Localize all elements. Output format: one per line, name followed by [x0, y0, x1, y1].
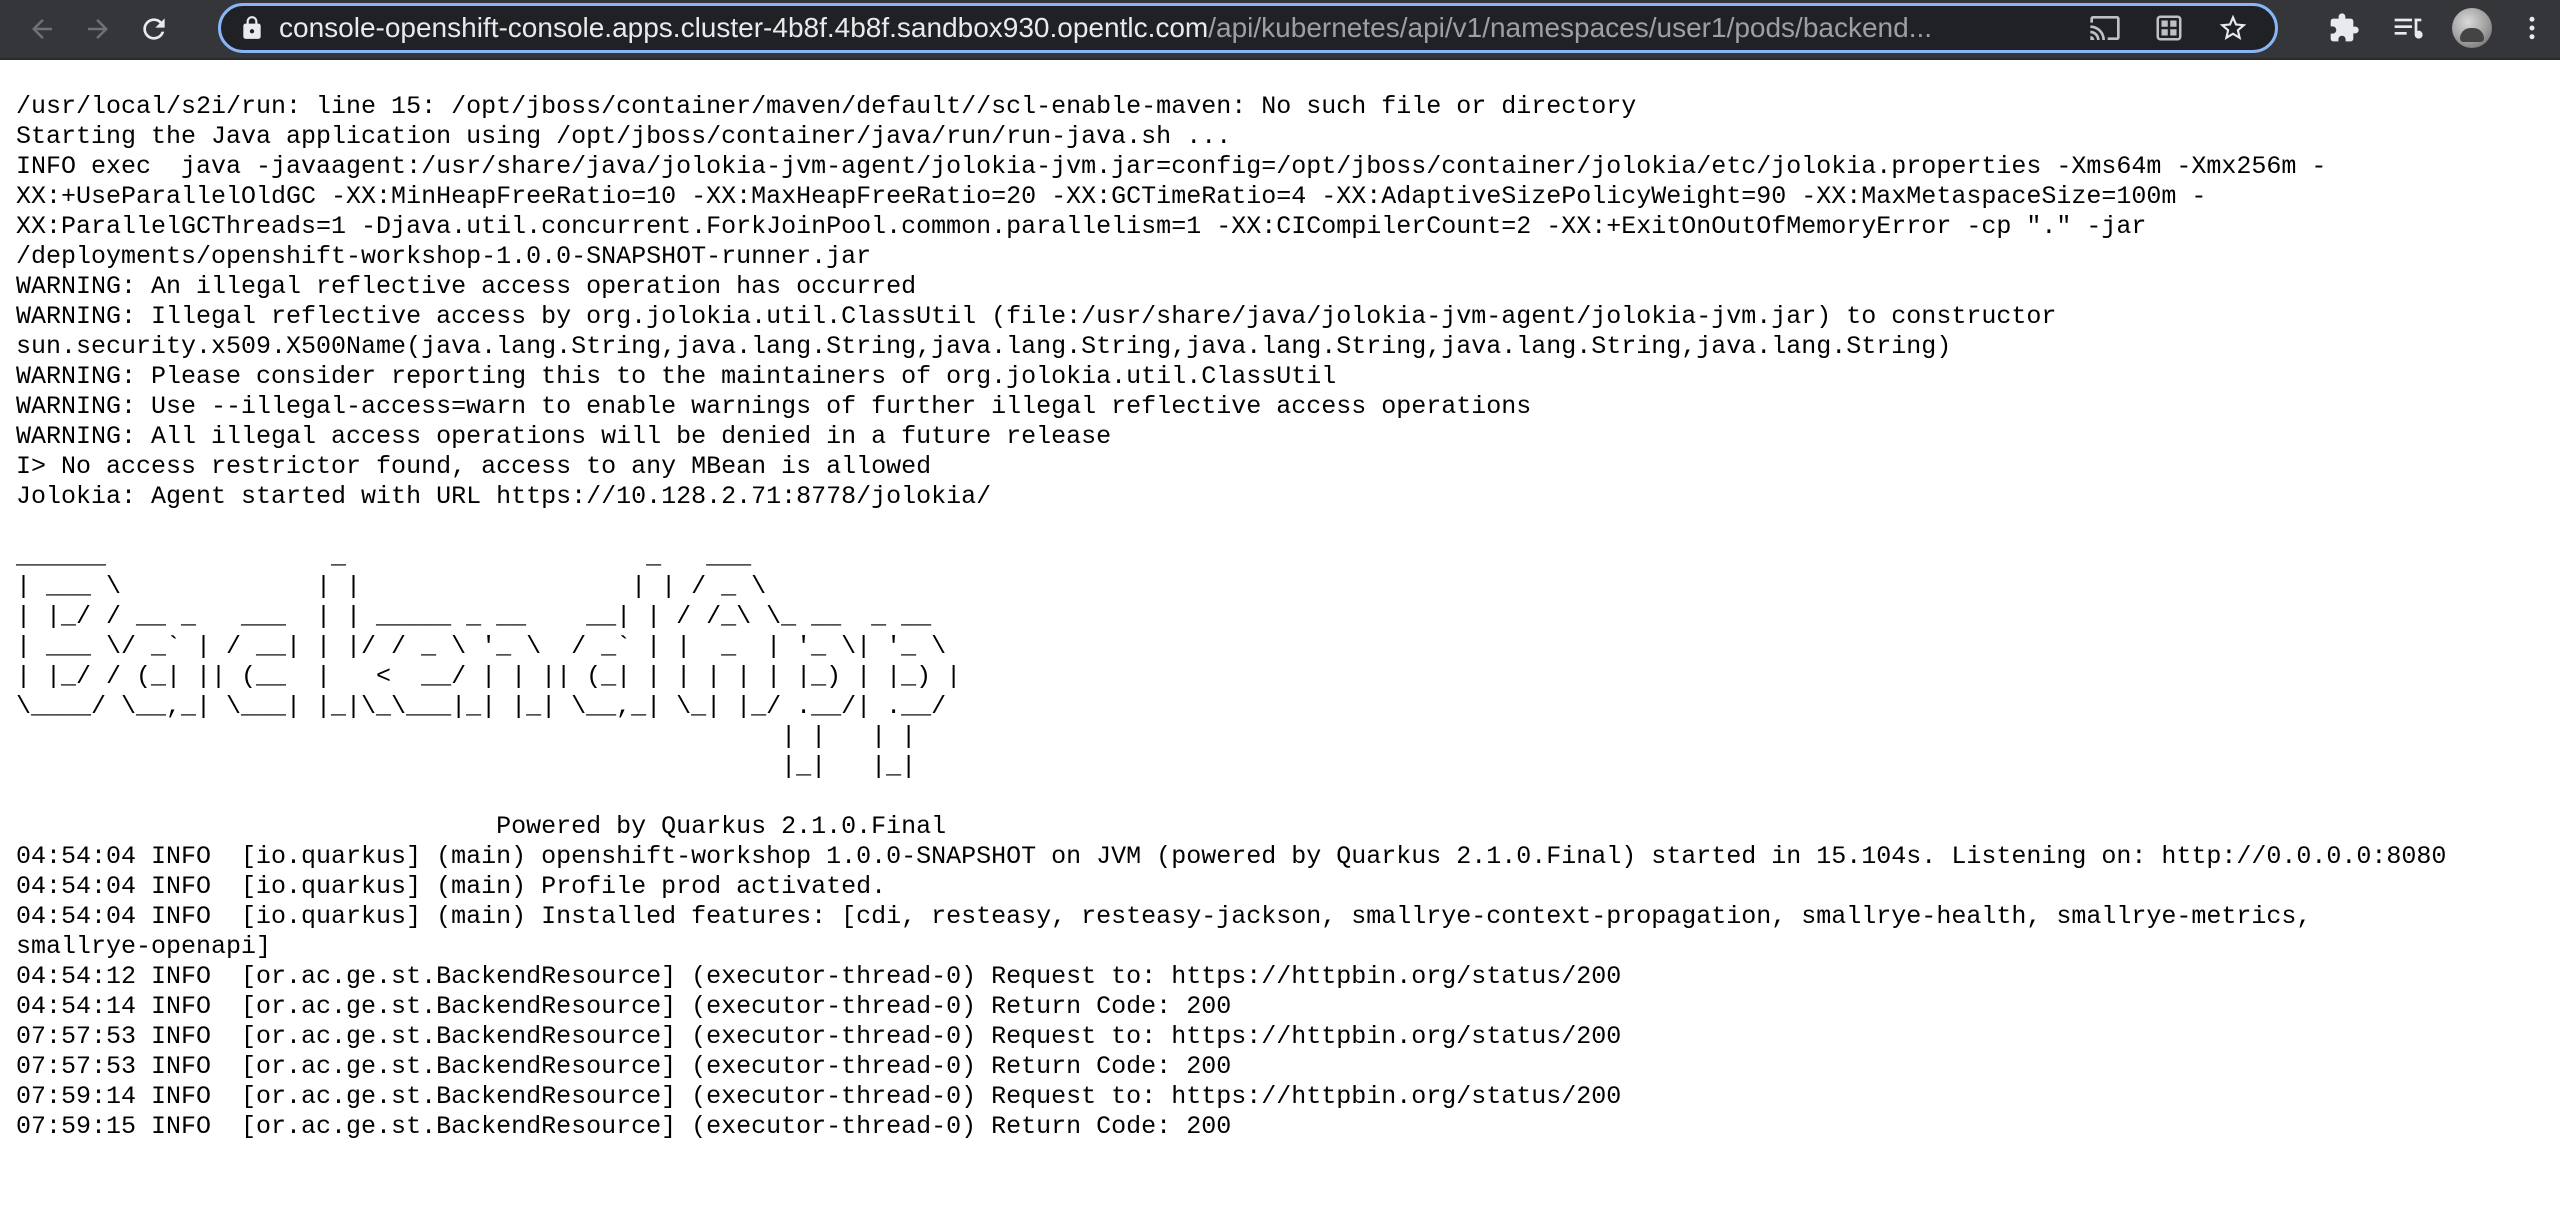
reading-list-icon — [2394, 18, 2423, 39]
log-line: | ___ \ | | | | / _ \ — [16, 572, 767, 601]
log-line: 04:54:12 INFO [or.ac.ge.st.BackendResour… — [16, 962, 1622, 991]
log-line: WARNING: Illegal reflective access by or… — [16, 302, 2057, 331]
log-line: WARNING: Please consider reporting this … — [16, 362, 1337, 391]
log-line: XX:ParallelGCThreads=1 -Djava.util.concu… — [16, 212, 2147, 241]
log-line: WARNING: An illegal reflective access op… — [16, 272, 917, 301]
reload-icon — [143, 18, 165, 40]
extensions-button[interactable] — [2312, 0, 2376, 56]
log-line: I> No access restrictor found, access to… — [16, 452, 932, 481]
cast-icon — [2090, 16, 2120, 40]
log-line: \____/ \__,_| \___| |_|\_\___|_| |_| \__… — [16, 692, 947, 721]
log-line: Jolokia: Agent started with URL https://… — [16, 482, 992, 511]
back-icon — [32, 19, 52, 39]
log-line: 07:59:14 INFO [or.ac.ge.st.BackendResour… — [16, 1082, 1622, 1111]
bookmark-star-icon — [2219, 14, 2247, 40]
log-line: | |_/ / __ _ ___ | | _____ _ __ __| | / … — [16, 602, 932, 631]
log-line: ______ _ _ ___ — [16, 542, 752, 571]
install-app-button[interactable] — [2137, 6, 2201, 50]
cast-button[interactable] — [2073, 6, 2137, 50]
log-line: WARNING: Use --illegal-access=warn to en… — [16, 392, 1532, 421]
pod-log-output: /usr/local/s2i/run: line 15: /opt/jboss/… — [16, 92, 2546, 1142]
install-app-icon — [2156, 15, 2182, 41]
extensions-icon — [2330, 13, 2359, 42]
log-line: 04:54:14 INFO [or.ac.ge.st.BackendResour… — [16, 992, 1232, 1021]
address-bar[interactable]: console-openshift-console.apps.cluster-4… — [218, 3, 2278, 53]
log-line: /deployments/openshift-workshop-1.0.0-SN… — [16, 242, 872, 271]
more-menu-button[interactable] — [2504, 0, 2560, 56]
log-line: XX:+UseParallelOldGC -XX:MinHeapFreeRati… — [16, 182, 2207, 211]
log-line: INFO exec java -javaagent:/usr/share/jav… — [16, 152, 2327, 181]
log-line: 07:57:53 INFO [or.ac.ge.st.BackendResour… — [16, 1052, 1232, 1081]
log-line: 07:57:53 INFO [or.ac.ge.st.BackendResour… — [16, 1022, 1622, 1051]
log-line: 04:54:04 INFO [io.quarkus] (main) opensh… — [16, 842, 2447, 871]
profile-button[interactable] — [2440, 0, 2504, 56]
forward-icon — [88, 19, 108, 39]
url-host: console-openshift-console.apps.cluster-4… — [279, 12, 1209, 43]
forward-button[interactable] — [70, 1, 126, 57]
log-line: smallrye-openapi] — [16, 932, 272, 961]
browser-toolbar: console-openshift-console.apps.cluster-4… — [0, 0, 2560, 60]
log-line: | |_/ / (_| || (__ | < __/ | | || (_| | … — [16, 662, 962, 691]
log-line: 04:54:04 INFO [io.quarkus] (main) Instal… — [16, 902, 2312, 931]
url-text[interactable]: console-openshift-console.apps.cluster-4… — [279, 6, 2073, 50]
lock-icon[interactable] — [239, 15, 265, 41]
log-line: |_| |_| — [16, 752, 917, 781]
more-menu-icon — [2529, 16, 2535, 40]
reload-button[interactable] — [126, 1, 182, 57]
back-button[interactable] — [14, 1, 70, 57]
log-line: | | | | — [16, 722, 917, 751]
log-line: Powered by Quarkus 2.1.0.Final — [16, 812, 947, 841]
log-line: 07:59:15 INFO [or.ac.ge.st.BackendResour… — [16, 1112, 1232, 1141]
profile-avatar — [2452, 8, 2492, 48]
log-line: 04:54:04 INFO [io.quarkus] (main) Profil… — [16, 872, 887, 901]
log-line: | ___ \/ _` | / __| | |/ / _ \ '_ \ / _`… — [16, 632, 947, 661]
url-path: /api/kubernetes/api/v1/namespaces/user1/… — [1208, 12, 1933, 43]
log-line: WARNING: All illegal access operations w… — [16, 422, 1112, 451]
log-line: sun.security.x509.X500Name(java.lang.Str… — [16, 332, 1952, 361]
reading-list-button[interactable] — [2376, 0, 2440, 56]
log-line: /usr/local/s2i/run: line 15: /opt/jboss/… — [16, 92, 1637, 121]
bookmark-button[interactable] — [2201, 6, 2265, 50]
log-line: Starting the Java application using /opt… — [16, 122, 1232, 151]
